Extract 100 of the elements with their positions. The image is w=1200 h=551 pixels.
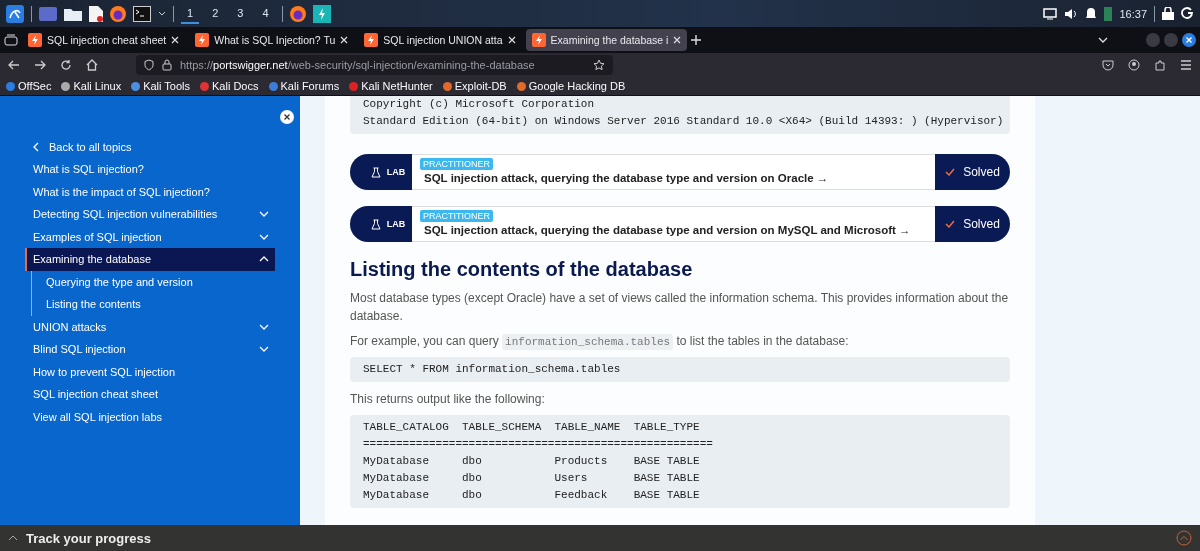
lab-badge: LAB — [350, 154, 412, 190]
plus-icon[interactable] — [691, 35, 702, 45]
nav-subitem[interactable]: Listing the contents — [32, 293, 275, 316]
nav-item[interactable]: Examples of SQL injection — [25, 225, 275, 248]
workspace-button[interactable]: 4 — [256, 3, 275, 24]
bookmark-icon — [131, 81, 141, 91]
chevron-up-icon[interactable] — [259, 256, 269, 263]
close-icon[interactable] — [507, 36, 516, 44]
speaker-icon[interactable] — [1064, 7, 1079, 20]
chevron-left-icon — [33, 142, 39, 152]
document-icon[interactable] — [89, 5, 103, 22]
close-icon[interactable] — [673, 36, 682, 44]
nav-item[interactable]: Examining the database — [25, 248, 275, 271]
lab-link[interactable]: SQL injection attack, querying the database type and version on MySQL and Microsoft → — [420, 224, 911, 236]
bookmark-icon — [200, 81, 210, 91]
chevron-up-icon — [8, 535, 18, 541]
check-icon — [945, 168, 956, 176]
lab-link[interactable]: SQL injection attack, querying the database type and version on Oracle → — [420, 172, 829, 184]
nav-item[interactable]: Detecting SQL injection vulnerabilities — [25, 203, 275, 226]
flask-icon — [370, 166, 381, 178]
nav-item[interactable]: View all SQL injection labs — [25, 405, 275, 428]
solved-status: Solved — [935, 154, 1010, 190]
reload-icon[interactable] — [60, 59, 72, 71]
bookmark-star-icon[interactable] — [593, 59, 605, 71]
app-menu-icon[interactable] — [6, 4, 24, 23]
back-arrow-icon[interactable] — [8, 60, 20, 70]
browser-icon[interactable] — [289, 5, 306, 22]
lightning-icon — [28, 33, 42, 47]
address-bar[interactable]: https://portswigger.net/web-security/sql-injection/examining-the-database — [136, 55, 613, 75]
flask-icon — [370, 218, 381, 230]
account-icon[interactable] — [1128, 59, 1140, 71]
paragraph: Most database types (except Oracle) have a set of views called the information schema. This provides information about the database. — [350, 290, 1010, 325]
nav-item[interactable]: UNION attacks — [25, 315, 275, 338]
bell-icon[interactable] — [1085, 7, 1098, 20]
pocket-icon[interactable] — [1102, 59, 1114, 71]
workspace-button[interactable]: 2 — [206, 3, 225, 24]
bookmark-icon — [516, 81, 526, 91]
desktop-icon[interactable] — [39, 6, 57, 21]
forward-arrow-icon[interactable] — [34, 60, 46, 70]
clock-text: 16:37 — [1119, 7, 1147, 20]
browser-icon[interactable] — [110, 5, 126, 22]
bookmark-item[interactable]: Kali Docs — [200, 80, 259, 92]
lightning-icon — [531, 33, 546, 47]
display-icon[interactable] — [1043, 7, 1058, 20]
check-icon — [945, 220, 956, 228]
nav-subitem[interactable]: Querying the type and version — [32, 270, 275, 293]
section-heading: Listing the contents of the database — [350, 258, 694, 281]
nav-item[interactable]: Blind SQL injection — [25, 338, 275, 361]
lock-icon[interactable] — [1162, 7, 1174, 20]
bookmark-item[interactable]: Kali Tools — [131, 80, 191, 92]
solved-status: Solved — [935, 206, 1010, 242]
browser-tab[interactable]: Examining the database i — [525, 29, 688, 51]
bookmark-icon — [442, 81, 452, 91]
bookmark-icon — [6, 81, 15, 91]
workspace-button[interactable]: 1 — [181, 3, 200, 24]
nav-item[interactable]: How to prevent SQL injection — [25, 360, 275, 383]
url-text[interactable]: https://portswigger.net/web-security/sql-injection/examining-the-database — [180, 59, 535, 71]
lightning-icon — [364, 33, 379, 47]
close-icon[interactable] — [171, 36, 180, 44]
scroll-top-icon[interactable] — [1176, 530, 1192, 546]
paragraph: This returns output like the following: — [350, 391, 546, 408]
nav-item[interactable]: What is SQL injection? — [25, 158, 275, 181]
bookmark-icon — [268, 81, 278, 91]
nav-item[interactable]: What is the impact of SQL injection? — [25, 180, 275, 203]
bookmark-icon — [349, 81, 359, 91]
browser-tab[interactable]: SQL injection UNION atta — [358, 29, 522, 51]
home-icon[interactable] — [86, 59, 98, 71]
workspace-button[interactable]: 3 — [231, 3, 250, 24]
lightning-icon — [195, 33, 210, 47]
bookmark-icon — [61, 81, 71, 91]
code-block: Copyright (c) Microsoft Corporation Standard Edition (64-bit) on Windows Server 2016 Standard 10.0 <X64> (Build 14393: ) (Hypervisor) — [350, 96, 1010, 134]
close-icon[interactable] — [280, 110, 294, 124]
bookmark-item[interactable]: Kali Forums — [268, 80, 340, 92]
lock-icon — [162, 59, 172, 71]
bookmark-item[interactable]: Google Hacking DB — [516, 80, 626, 92]
close-icon[interactable] — [1182, 33, 1196, 47]
nav-item[interactable]: SQL injection cheat sheet — [25, 383, 275, 406]
caret-icon[interactable] — [158, 10, 166, 17]
browser-tab[interactable]: What is SQL Injection? Tu — [189, 29, 355, 51]
back-link[interactable]: Back to all topics — [33, 136, 275, 158]
browser-tab[interactable]: SQL injection cheat sheet — [22, 29, 186, 51]
level-badge: PRACTITIONER — [420, 210, 493, 222]
terminal-icon[interactable] — [133, 5, 151, 22]
code-block: SELECT * FROM information_schema.tables — [350, 357, 1010, 382]
shield-icon — [144, 59, 154, 71]
bookmark-item[interactable]: Exploit-DB — [442, 80, 507, 92]
lab-badge: LAB — [350, 206, 412, 242]
paragraph: For example, you can query information_schema.tables to list the tables in the database: — [350, 333, 850, 350]
code-block: TABLE_CATALOG TABLE_SCHEMA TABLE_NAME TABLE_TYPE ===================================================== MyDatabase dbo Products BASE TABLE MyDatabase dbo Users BASE TABLE MyDatabase dbo Feedback BASE TABLE — [350, 415, 1010, 508]
folder-icon[interactable] — [64, 6, 82, 21]
progress-bar[interactable]: Track your progress — [0, 525, 1200, 551]
bookmark-item[interactable]: Kali NetHunter — [349, 80, 433, 92]
close-icon[interactable] — [340, 36, 349, 44]
app-icon[interactable] — [312, 4, 331, 23]
bookmark-item[interactable]: OffSec — [6, 80, 52, 92]
level-badge: PRACTITIONER — [420, 158, 493, 170]
menu-icon[interactable] — [1180, 60, 1192, 70]
bookmark-item[interactable]: Kali Linux — [61, 80, 122, 92]
tab-list-icon[interactable] — [4, 34, 18, 46]
chevron-down-icon[interactable] — [1098, 37, 1108, 43]
